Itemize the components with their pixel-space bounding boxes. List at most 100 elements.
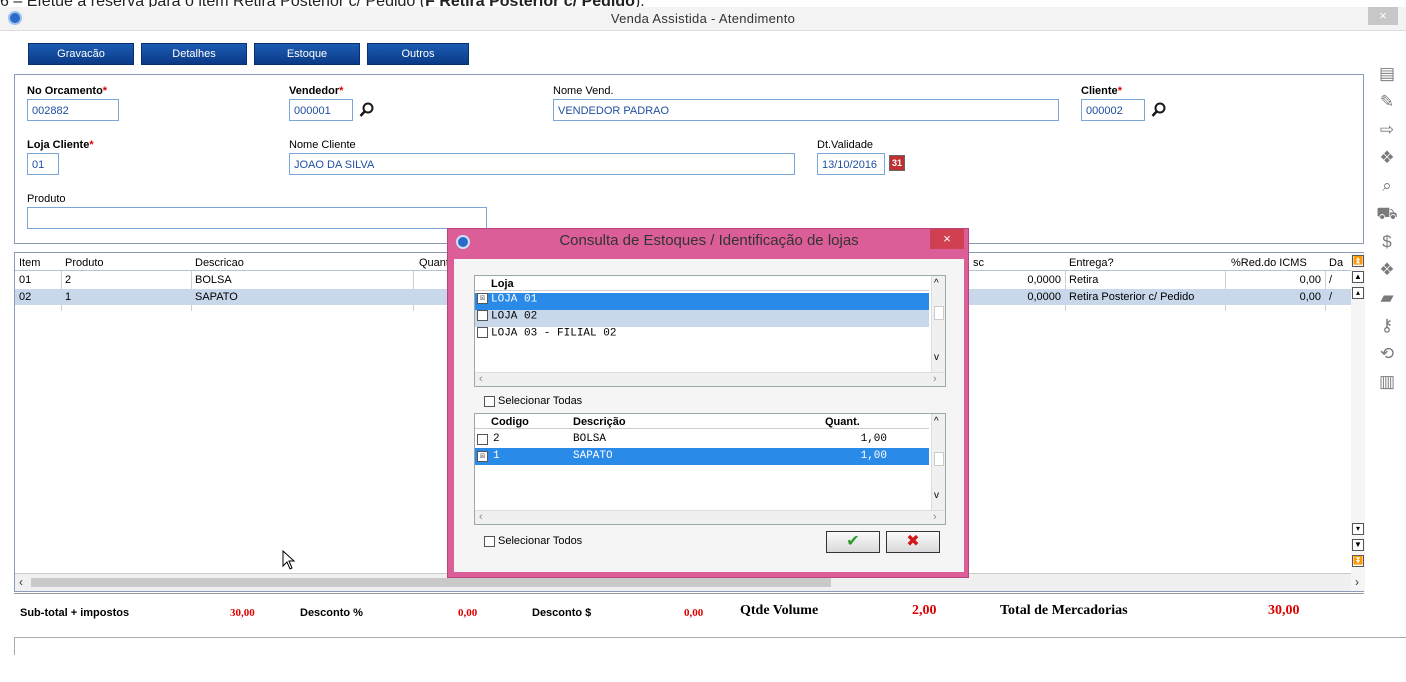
tools-icon[interactable]: ✎	[1376, 91, 1398, 113]
vendedor-label: Vendedor*	[289, 85, 344, 97]
tab-gravacao[interactable]: Gravacão	[28, 43, 134, 65]
scroll-thumb[interactable]	[934, 452, 944, 466]
checkbox-select-all-products[interactable]	[484, 535, 495, 547]
chevron-right-icon[interactable]: ›	[933, 511, 937, 523]
grid-vertical-scrollbar[interactable]: ⏫ ▲ ▴ ▾ ▼ ⏬	[1351, 253, 1365, 591]
checkbox-product[interactable]: ☒	[477, 451, 488, 462]
scroll-thumb[interactable]	[31, 578, 831, 587]
list-item-loja-02[interactable]: LOJA 02	[475, 310, 929, 327]
checkbox-loja-02[interactable]	[477, 310, 488, 321]
chevron-up-icon[interactable]: ^	[934, 416, 939, 427]
vendedor-input[interactable]: 000001	[289, 99, 353, 121]
cell-produto: 1	[65, 291, 72, 303]
import-icon[interactable]: ⇨	[1376, 119, 1398, 141]
nome-vend-input[interactable]: VENDEDOR PADRAO	[553, 99, 1059, 121]
col-descricao[interactable]: Descricao	[195, 257, 244, 269]
chart-icon[interactable]: ▥	[1376, 371, 1398, 393]
dt-validade-label: Dt.Validade	[817, 139, 874, 151]
chevron-up-icon[interactable]: ^	[934, 278, 939, 289]
cell-red-icms: 0,00	[1299, 291, 1321, 303]
product-descricao: SAPATO	[573, 450, 613, 462]
cliente-input[interactable]: 000002	[1081, 99, 1145, 121]
truck-icon[interactable]: ⛟	[1376, 203, 1398, 225]
cell-da: /	[1329, 274, 1333, 286]
dialog-close-button[interactable]: ×	[930, 229, 964, 249]
select-all-lojas-label: Selecionar Todas	[498, 395, 583, 407]
col-red-icms[interactable]: %Red.do ICMS	[1231, 257, 1307, 269]
cell-entrega: Retira Posterior c/ Pedido	[1069, 291, 1195, 303]
cell-item: 02	[19, 291, 32, 303]
stock-dialog: Consulta de Estoques / Identificação de …	[447, 228, 969, 578]
orcamento-input[interactable]: 002882	[27, 99, 119, 121]
key-icon[interactable]: ⚷	[1376, 315, 1398, 337]
select-all-lojas[interactable]: Selecionar Todas	[482, 395, 582, 407]
total-label: Total de Mercadorias	[1000, 603, 1128, 618]
produto-input[interactable]	[27, 207, 487, 229]
col-desc[interactable]: sc	[973, 257, 984, 269]
product-header: Codigo Descrição Quant.	[475, 414, 929, 429]
chevron-left-icon[interactable]: ‹	[479, 373, 483, 385]
calendar-icon[interactable]: 31	[889, 155, 905, 171]
window-title: Venda Assistida - Atendimento	[610, 11, 796, 26]
vendedor-search-icon[interactable]	[359, 102, 375, 118]
scroll-pageup-icon[interactable]: ▲	[1352, 271, 1364, 283]
save-icon[interactable]: ▤	[1376, 63, 1398, 85]
loja-list-vscroll[interactable]: ^ v	[931, 276, 945, 372]
checkbox-loja-03[interactable]	[477, 327, 488, 338]
refresh-icon[interactable]: ⟲	[1376, 343, 1398, 365]
tab-detalhes[interactable]: Detalhes	[141, 43, 247, 65]
chevron-down-icon[interactable]: v	[934, 352, 939, 363]
nome-cliente-input[interactable]: JOAO DA SILVA	[289, 153, 795, 175]
tab-estoque[interactable]: Estoque	[254, 43, 360, 65]
checkbox-product[interactable]	[477, 434, 488, 445]
mouse-cursor-icon	[282, 549, 296, 570]
money-icon[interactable]: ❖	[1376, 147, 1398, 169]
scroll-left-icon[interactable]: ‹	[19, 575, 23, 589]
window-close-button[interactable]: ×	[1368, 7, 1398, 25]
checkbox-select-all-lojas[interactable]	[484, 395, 495, 407]
product-list-hscroll[interactable]: ‹ ›	[475, 510, 945, 524]
col-da[interactable]: Da	[1329, 257, 1343, 269]
product-row[interactable]: 2 BOLSA 1,00	[475, 431, 929, 448]
select-all-products[interactable]: Selecionar Todos	[482, 535, 582, 547]
col-quant[interactable]: Quant	[419, 257, 449, 269]
dt-validade-input[interactable]: 13/10/2016	[817, 153, 885, 175]
scroll-down-icon[interactable]: ▾	[1352, 523, 1364, 535]
list-item-loja-03[interactable]: LOJA 03 - FILIAL 02	[475, 327, 929, 344]
tab-outros[interactable]: Outros	[367, 43, 469, 65]
product-descricao: BOLSA	[573, 433, 607, 445]
cell-item: 01	[19, 274, 32, 286]
product-codigo: 1	[493, 450, 500, 462]
product-row-selected[interactable]: ☒ 1 SAPATO 1,00	[475, 448, 929, 465]
scroll-up-icon[interactable]: ▴	[1352, 287, 1364, 299]
checkbox-loja-01[interactable]: ☒	[477, 293, 488, 304]
cell-desc: 0,0000	[1027, 291, 1061, 303]
loja-name: LOJA 02	[491, 310, 538, 323]
product-list-vscroll[interactable]: ^ v	[931, 414, 945, 510]
scroll-bottom-icon[interactable]: ⏬	[1352, 555, 1364, 567]
subtotal-value: 30,00	[230, 607, 255, 619]
search-document-icon[interactable]: ⌕	[1376, 175, 1398, 197]
card-icon[interactable]: ▰	[1376, 287, 1398, 309]
scroll-pagedown-icon[interactable]: ▼	[1352, 539, 1364, 551]
col-produto[interactable]: Produto	[65, 257, 104, 269]
scroll-thumb[interactable]	[934, 306, 944, 320]
col-codigo: Codigo	[491, 416, 529, 428]
cancel-button[interactable]: ✖	[886, 531, 940, 553]
loja-list-hscroll[interactable]: ‹ ›	[475, 372, 945, 386]
payment-icon[interactable]: ❖	[1376, 259, 1398, 281]
chevron-right-icon[interactable]: ›	[933, 373, 937, 385]
col-entrega[interactable]: Entrega?	[1069, 257, 1114, 269]
loja-cliente-input[interactable]: 01	[27, 153, 59, 175]
scroll-top-icon[interactable]: ⏫	[1352, 255, 1364, 267]
cliente-search-icon[interactable]	[1151, 102, 1167, 118]
list-item-loja-01[interactable]: ☒ LOJA 01	[475, 293, 929, 310]
col-item[interactable]: Item	[19, 257, 40, 269]
cash-icon[interactable]: $	[1376, 231, 1398, 253]
chevron-down-icon[interactable]: v	[934, 490, 939, 501]
scroll-right-icon[interactable]: ›	[1355, 575, 1359, 589]
loja-name: LOJA 01	[491, 293, 538, 306]
confirm-button[interactable]: ✔	[826, 531, 880, 553]
chevron-left-icon[interactable]: ‹	[479, 511, 483, 523]
col-descricao: Descrição	[573, 416, 626, 428]
